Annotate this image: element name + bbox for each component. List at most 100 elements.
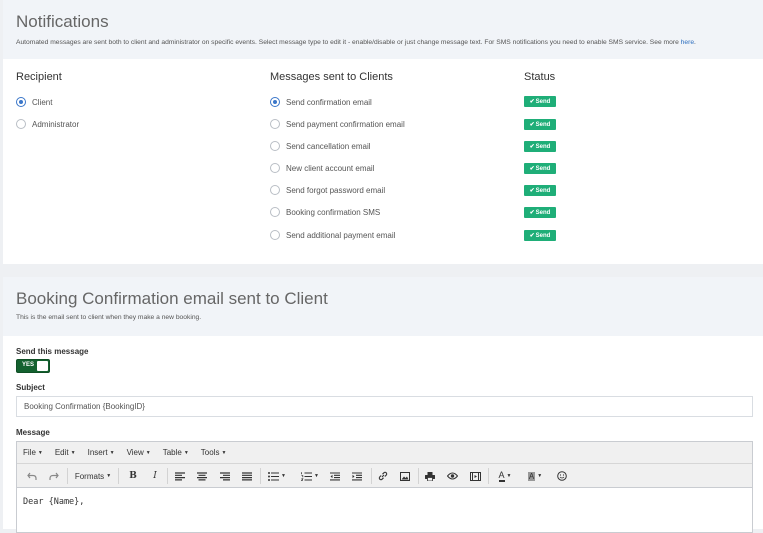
formats-label: Formats — [74, 471, 105, 481]
check-icon: ✔ — [529, 210, 535, 216]
radio-button[interactable] — [270, 230, 280, 240]
status-badge-label: Send — [535, 98, 551, 105]
menu-insert[interactable]: Insert ▼ — [88, 448, 115, 457]
image-icon[interactable] — [398, 469, 412, 483]
toolbar-divider — [67, 468, 68, 484]
notifications-description: Automated messages are sent both to clie… — [16, 39, 696, 46]
message-option[interactable]: Send additional payment email — [270, 229, 395, 241]
description-end: . — [694, 39, 696, 46]
align-right-icon[interactable] — [218, 469, 232, 483]
recipient-option-client[interactable]: Client — [16, 96, 52, 108]
editor-toolbar: Formats ▼ B I ▼ ▼ A ▼ A ▼ — [17, 464, 752, 488]
menu-view[interactable]: View ▼ — [127, 448, 151, 457]
notifications-header: Notifications Automated messages are sen… — [3, 0, 763, 59]
toggle-knob — [37, 361, 48, 371]
check-icon: ✔ — [529, 233, 535, 239]
menu-label: View — [126, 448, 144, 457]
status-badge[interactable]: ✔ Send — [524, 230, 556, 241]
menu-file[interactable]: File ▼ — [23, 448, 43, 457]
send-message-toggle[interactable]: YES — [16, 359, 50, 373]
radio-label: New client account email — [286, 163, 375, 173]
check-icon: ✔ — [529, 122, 535, 128]
status-badge[interactable]: ✔ Send — [524, 119, 556, 130]
email-editor-header: Booking Confirmation email sent to Clien… — [3, 277, 763, 336]
menu-label: Insert — [87, 448, 108, 457]
subject-label: Subject — [16, 383, 45, 392]
toolbar-divider — [260, 468, 261, 484]
align-left-icon[interactable] — [173, 469, 187, 483]
caret-down-icon: ▼ — [106, 473, 112, 479]
message-option[interactable]: Send forgot password email — [270, 184, 385, 196]
radio-button[interactable] — [270, 185, 280, 195]
status-heading: Status — [524, 71, 556, 83]
check-icon: ✔ — [529, 166, 535, 172]
status-badge[interactable]: ✔ Send — [524, 96, 556, 107]
caret-down-icon: ▼ — [183, 450, 189, 456]
email-editor-description: This is the email sent to client when th… — [16, 314, 202, 321]
emoticons-icon[interactable] — [555, 469, 569, 483]
message-option[interactable]: New client account email — [270, 162, 374, 174]
see-more-link[interactable]: here — [681, 39, 694, 46]
toolbar-divider — [118, 468, 119, 484]
message-option[interactable]: Booking confirmation SMS — [270, 206, 380, 218]
radio-button[interactable] — [270, 207, 280, 217]
italic-icon[interactable]: I — [148, 469, 162, 483]
description-text: Automated messages are sent both to clie… — [16, 39, 681, 46]
align-justify-icon[interactable] — [240, 469, 254, 483]
toggle-label: YES — [22, 362, 35, 368]
recipient-option-administrator[interactable]: Administrator — [16, 118, 79, 130]
status-badge[interactable]: ✔ Send — [524, 207, 556, 218]
formats-dropdown[interactable]: Formats ▼ — [72, 469, 114, 483]
rich-text-editor[interactable]: File ▼ Edit ▼ Insert ▼ View ▼ Table ▼ Tools ▼ … — [16, 441, 753, 533]
message-option[interactable]: Send payment confirmation email — [270, 118, 405, 130]
notifications-panel: Notifications Automated messages are sen… — [3, 0, 763, 264]
status-badge-label: Send — [535, 187, 551, 194]
status-badge-label: Send — [535, 232, 551, 239]
radio-label: Send payment confirmation email — [286, 119, 405, 129]
print-icon[interactable] — [423, 469, 437, 483]
media-icon[interactable] — [468, 469, 482, 483]
message-label: Message — [16, 428, 50, 437]
radio-label: Booking confirmation SMS — [286, 207, 381, 217]
radio-button[interactable] — [270, 163, 280, 173]
radio-button[interactable] — [270, 97, 280, 107]
radio-label: Send confirmation email — [286, 97, 372, 107]
editor-menubar: File ▼ Edit ▼ Insert ▼ View ▼ Table ▼ Tools ▼ — [17, 442, 752, 464]
caret-down-icon: ▼ — [145, 450, 151, 456]
radio-button[interactable] — [16, 119, 26, 129]
menu-table[interactable]: Table ▼ — [163, 448, 189, 457]
text-color-icon[interactable]: A ▼ — [493, 469, 517, 483]
preview-icon[interactable] — [445, 469, 459, 483]
bullet-list-icon[interactable]: ▼ — [265, 469, 289, 483]
numbered-list-icon[interactable]: ▼ — [298, 469, 322, 483]
status-badge-label: Send — [535, 209, 551, 216]
bold-icon[interactable]: B — [126, 469, 140, 483]
status-badge[interactable]: ✔ Send — [524, 163, 556, 174]
outdent-icon[interactable] — [328, 469, 342, 483]
align-center-icon[interactable] — [195, 469, 209, 483]
caret-down-icon: ▼ — [221, 450, 227, 456]
menu-label: Edit — [54, 448, 69, 457]
subject-input[interactable]: Booking Confirmation {BookingID} — [16, 396, 753, 417]
menu-edit[interactable]: Edit ▼ — [55, 448, 76, 457]
indent-icon[interactable] — [350, 469, 364, 483]
link-icon[interactable] — [376, 469, 390, 483]
editor-content[interactable]: Dear {Name}, — [23, 497, 84, 507]
radio-button[interactable] — [270, 119, 280, 129]
message-option[interactable]: Send cancellation email — [270, 140, 371, 152]
check-icon: ✔ — [529, 144, 535, 150]
radio-button[interactable] — [16, 97, 26, 107]
message-option[interactable]: Send confirmation email — [270, 96, 372, 108]
caret-down-icon: ▼ — [281, 473, 286, 479]
redo-icon[interactable] — [47, 469, 61, 483]
background-color-icon[interactable]: A ▼ — [523, 469, 547, 483]
status-badge[interactable]: ✔ Send — [524, 185, 556, 196]
radio-button[interactable] — [270, 141, 280, 151]
toolbar-divider — [167, 468, 168, 484]
undo-icon[interactable] — [25, 469, 39, 483]
toolbar-divider — [371, 468, 372, 484]
status-badge[interactable]: ✔ Send — [524, 141, 556, 152]
menu-tools[interactable]: Tools ▼ — [201, 448, 227, 457]
toolbar-divider — [488, 468, 489, 484]
radio-label: Send forgot password email — [286, 185, 386, 195]
